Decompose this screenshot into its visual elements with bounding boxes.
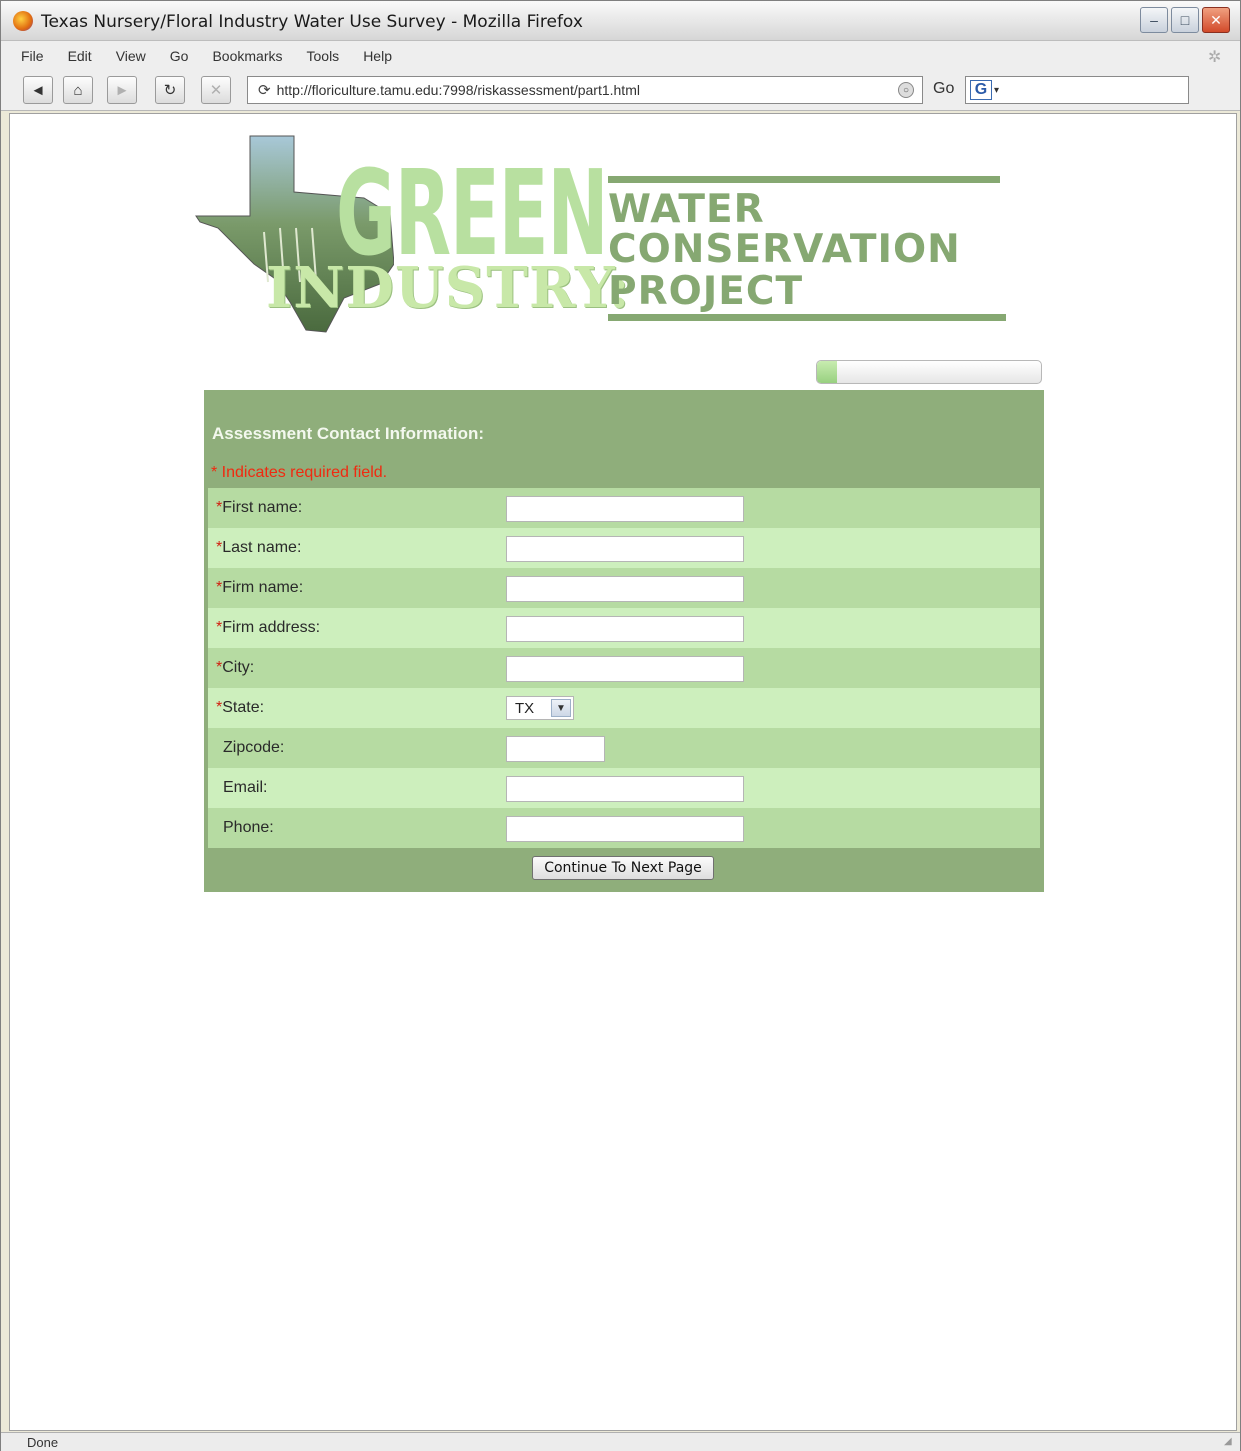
phone-label: Phone: — [223, 819, 274, 836]
home-button[interactable]: ⌂ — [63, 76, 93, 104]
logo-project: PROJECT — [608, 269, 804, 314]
menu-file[interactable]: File — [21, 48, 44, 64]
last-name-label: Last name: — [222, 539, 302, 556]
logo-water: WATER — [608, 187, 765, 232]
firefox-icon — [13, 11, 33, 31]
logo-industry-word: INDUSTRY: — [266, 255, 631, 321]
phone-input[interactable] — [506, 816, 744, 842]
throbber-icon: ✲ — [1208, 49, 1222, 66]
city-label: City: — [222, 659, 255, 676]
back-icon: ◄ — [30, 81, 46, 99]
last-name-input[interactable] — [506, 536, 744, 562]
search-engine-dropdown-icon[interactable]: ▾ — [994, 85, 999, 96]
city-input[interactable] — [506, 656, 744, 682]
menu-bar: File Edit View Go Bookmarks Tools Help — [1, 41, 1240, 71]
menu-edit[interactable]: Edit — [68, 48, 92, 64]
row-firm-name: *Firm name: — [208, 568, 1040, 608]
email-label: Email: — [223, 779, 268, 796]
url-text: http://floriculture.tamu.edu:7998/riskas… — [276, 82, 640, 98]
form-heading: Assessment Contact Information: — [212, 424, 485, 443]
first-name-label: First name: — [222, 499, 303, 516]
minimize-button[interactable]: – — [1140, 7, 1168, 33]
row-first-name: *First name: — [208, 488, 1040, 528]
reload-button[interactable]: ↻ — [155, 76, 185, 104]
resize-grip-icon[interactable]: ◢ — [1224, 1436, 1236, 1448]
progress-fill — [817, 361, 838, 383]
row-phone: Phone: — [208, 808, 1040, 848]
row-zipcode: Zipcode: — [208, 728, 1040, 768]
window-title: Texas Nursery/Floral Industry Water Use … — [41, 12, 583, 32]
logo-rule-bottom — [608, 314, 1006, 321]
row-state: *State: TX ▼ — [208, 688, 1040, 728]
maximize-button[interactable]: □ — [1171, 7, 1199, 33]
email-input[interactable] — [506, 776, 744, 802]
close-button[interactable]: ✕ — [1202, 7, 1230, 33]
page-content: GREEN INDUSTRY: WATER CONSERVATION PROJE… — [9, 113, 1237, 1431]
menu-go[interactable]: Go — [170, 48, 189, 64]
first-name-input[interactable] — [506, 496, 744, 522]
rss-icon[interactable]: ○ — [898, 82, 914, 98]
logo-conservation: CONSERVATION — [608, 227, 961, 272]
firm-name-label: Firm name: — [222, 579, 304, 596]
browser-window: Texas Nursery/Floral Industry Water Use … — [0, 0, 1241, 1451]
row-email: Email: — [208, 768, 1040, 808]
home-icon: ⌂ — [73, 81, 83, 99]
stop-icon: ✕ — [209, 82, 223, 99]
state-label: State: — [222, 699, 265, 716]
row-city: *City: — [208, 648, 1040, 688]
window-controls: – □ ✕ — [1140, 7, 1230, 33]
zipcode-label: Zipcode: — [223, 739, 285, 756]
forward-icon: ► — [114, 81, 130, 99]
url-bar[interactable]: ⟳ http://floriculture.tamu.edu:7998/risk… — [247, 76, 923, 104]
required-note: * Indicates required field. — [211, 464, 388, 481]
chevron-down-icon[interactable]: ▼ — [551, 699, 571, 717]
back-button[interactable]: ◄ — [23, 76, 53, 104]
state-select[interactable]: TX ▼ — [506, 696, 574, 720]
submit-row: Continue To Next Page — [204, 848, 1044, 892]
search-bar[interactable]: G ▾ — [965, 76, 1189, 104]
menu-view[interactable]: View — [116, 48, 146, 64]
green-industry-logo: GREEN INDUSTRY: WATER CONSERVATION PROJE… — [194, 132, 1014, 337]
google-icon[interactable]: G — [970, 80, 992, 100]
firm-name-input[interactable] — [506, 576, 744, 602]
state-selected-value: TX — [515, 699, 535, 717]
continue-button[interactable]: Continue To Next Page — [532, 856, 714, 880]
firm-address-label: Firm address: — [222, 619, 321, 636]
survey-progress-bar — [816, 360, 1042, 384]
navigation-toolbar: ◄ ⌂ ► ↻ ✕ ⟳ http://floriculture.tamu.edu… — [1, 71, 1240, 111]
stop-button[interactable]: ✕ — [201, 76, 231, 104]
status-bar: Done ◢ — [1, 1432, 1240, 1451]
firm-address-input[interactable] — [506, 616, 744, 642]
globe-icon: ⟳ — [258, 82, 271, 99]
zipcode-input[interactable] — [506, 736, 605, 762]
title-bar: Texas Nursery/Floral Industry Water Use … — [1, 1, 1240, 41]
row-last-name: *Last name: — [208, 528, 1040, 568]
menu-tools[interactable]: Tools — [307, 48, 340, 64]
logo-rule-top — [608, 176, 1000, 183]
row-firm-address: *Firm address: — [208, 608, 1040, 648]
menu-bookmarks[interactable]: Bookmarks — [212, 48, 282, 64]
status-text: Done — [27, 1435, 59, 1450]
reload-icon: ↻ — [163, 82, 177, 99]
menu-help[interactable]: Help — [363, 48, 392, 64]
forward-button[interactable]: ► — [107, 76, 137, 104]
go-button[interactable]: Go — [933, 80, 954, 98]
contact-form-panel: Assessment Contact Information: * Indica… — [204, 390, 1044, 892]
